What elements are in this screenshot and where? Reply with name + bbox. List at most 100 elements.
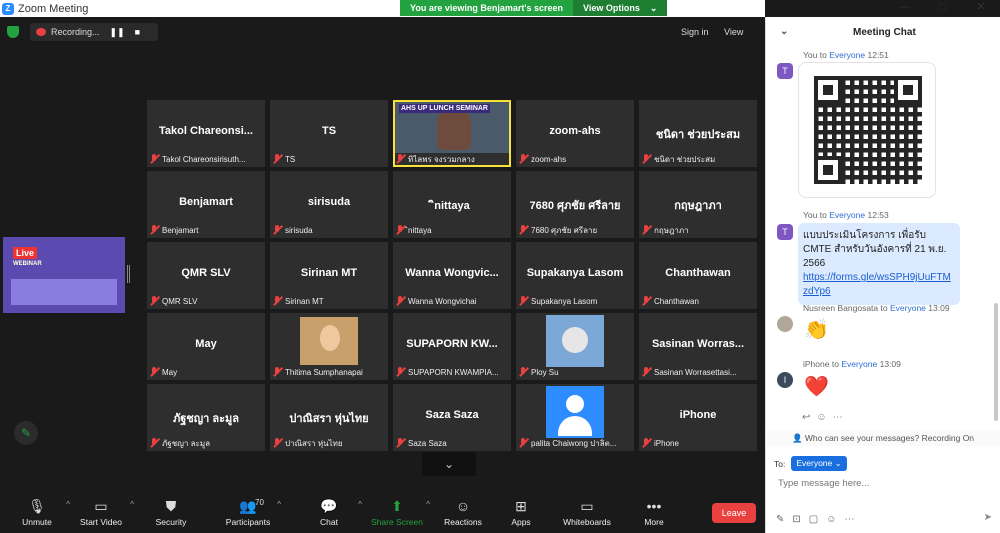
participant-tile[interactable]: ภัฐชญา ละมูล ภัฐชญา ละมูล <box>147 384 265 451</box>
participant-tile[interactable]: Ploy Su <box>516 313 634 380</box>
muted-mic-icon: 🎙 <box>28 498 46 514</box>
recipient-dropdown[interactable]: Everyone ⌄ <box>791 456 847 471</box>
muted-mic-icon <box>272 367 282 377</box>
zoom-logo-icon: Z <box>2 2 14 15</box>
participant-tile[interactable]: ปาณิสรา หุ่นไทย ปาณิสรา หุ่นไทย <box>270 384 388 451</box>
apps-button[interactable]: ⊞ Apps <box>484 498 558 527</box>
view-button[interactable]: View <box>724 27 743 37</box>
muted-mic-icon <box>395 154 405 164</box>
participants-caret[interactable]: ^ <box>277 500 281 509</box>
chat-button[interactable]: 💬 Chat ^ <box>292 498 366 527</box>
send-icon[interactable]: ➤ <box>984 512 992 523</box>
participant-tile[interactable]: Wanna Wongvic... Wanna Wongvichai <box>393 242 511 309</box>
muted-mic-icon <box>395 296 405 306</box>
participant-tile[interactable]: TS TS <box>270 100 388 167</box>
emoji-icon[interactable]: ☺ <box>826 514 836 525</box>
add-reaction-icon[interactable]: ☺ <box>816 412 826 423</box>
maximize-button[interactable]: □ <box>924 0 962 17</box>
muted-mic-icon <box>149 438 159 448</box>
message-meta: You to Everyone 12:53 <box>803 210 889 220</box>
chevron-down-icon: ⌄ <box>649 2 658 13</box>
recording-label: Recording... <box>51 27 100 37</box>
participant-tile[interactable]: Sirinan MT Sirinan MT <box>270 242 388 309</box>
participant-tile[interactable]: Chanthawan Chanthawan <box>639 242 757 309</box>
security-button[interactable]: ⛊ Security <box>134 498 208 527</box>
muted-mic-icon <box>641 296 651 306</box>
form-link[interactable]: https://forms.gle/wsSPH9jUuFTMzdYp6 <box>803 271 955 299</box>
pause-recording-button[interactable]: ❚❚ <box>110 27 125 38</box>
participant-name-label: iPhone <box>641 437 755 449</box>
muted-mic-icon <box>149 367 159 377</box>
participant-name-label: ทิไลพร จงรวมกลาง <box>395 153 509 165</box>
participant-tile[interactable]: ชนิดา ช่วยประสม ชนิดา ช่วยประสม <box>639 100 757 167</box>
participant-name-label: ปาณิสรา หุ่นไทย <box>272 437 386 449</box>
screenshot-icon[interactable]: ⊡ <box>792 514 800 525</box>
encryption-shield-icon[interactable] <box>7 26 19 38</box>
participant-name-label: Sirinan MT <box>272 295 386 307</box>
chat-message-input[interactable]: Type message here... <box>778 478 869 489</box>
participant-name-label: ภัฐชญา ละมูล <box>149 437 263 449</box>
participant-display-name: 7680 ศุภชัย ศรีลาย <box>529 200 621 212</box>
chat-scrollbar[interactable] <box>994 303 998 421</box>
sign-in-link[interactable]: Sign in <box>681 27 709 37</box>
muted-mic-icon <box>272 225 282 235</box>
reply-icon[interactable]: ↩ <box>802 412 810 423</box>
participant-tile[interactable]: ิnittayaิnittaya <box>393 171 511 238</box>
participant-tile[interactable]: Thitima Sumphanapai <box>270 313 388 380</box>
participant-tile[interactable]: May May <box>147 313 265 380</box>
share-screen-button[interactable]: ⬆ Share Screen ^ <box>360 498 434 527</box>
muted-mic-icon <box>518 367 528 377</box>
participant-tile[interactable]: sirisuda sirisuda <box>270 171 388 238</box>
leave-button[interactable]: Leave <box>712 503 756 523</box>
format-icon[interactable]: ✎ <box>776 514 784 525</box>
participant-tile[interactable]: AHS UP LUNCH SEMINAR ทิไลพร จงรวมกลาง <box>393 100 511 167</box>
whiteboards-button[interactable]: ▭ Whiteboards <box>550 498 624 527</box>
stop-recording-button[interactable]: ■ <box>135 27 140 37</box>
participant-display-name: Sirinan MT <box>300 267 358 279</box>
view-options-button[interactable]: View Options ⌄ <box>573 0 668 16</box>
participant-tile[interactable]: QMR SLV QMR SLV <box>147 242 265 309</box>
muted-mic-icon <box>518 296 528 306</box>
more-icon[interactable]: ⋯ <box>844 514 854 525</box>
meeting-toolbar: 🎙 Unmute ^ ▭ Start Video ^ ⛊ Security 👥 … <box>0 490 765 533</box>
participant-tile[interactable]: Sasinan Worras... Sasinan Worrasettasi... <box>639 313 757 380</box>
qr-code-image[interactable] <box>798 62 936 198</box>
start-video-button[interactable]: ▭ Start Video ^ <box>64 498 138 527</box>
participant-tile[interactable]: palita Chaiwong ปาลิต... <box>516 384 634 451</box>
participant-tile[interactable]: Benjamart Benjamart <box>147 171 265 238</box>
show-more-participants-button[interactable]: ⌄ <box>422 452 476 476</box>
annotate-pencil-icon[interactable]: ✎ <box>14 421 38 445</box>
minimize-button[interactable]: — <box>886 0 924 17</box>
participant-name-label: 7680 ศุภชัย ศรีลาย <box>518 224 632 236</box>
muted-mic-icon <box>149 225 159 235</box>
window-controls: — □ ✕ <box>886 0 1000 17</box>
participant-tile[interactable]: Takol Chareonsi... Takol Chareonsirisuth.… <box>147 100 265 167</box>
participant-tile[interactable]: zoom-ahs zoom-ahs <box>516 100 634 167</box>
participant-tile[interactable]: Saza Saza Saza Saza <box>393 384 511 451</box>
muted-mic-icon <box>395 225 405 235</box>
shared-screen-thumbnail[interactable]: Live WEBINAR <box>3 237 125 313</box>
participant-tile[interactable]: Supakanya Lasom Supakanya Lasom <box>516 242 634 309</box>
participant-tile[interactable]: SUPAPORN KW... SUPAPORN KWAMPIA... <box>393 313 511 380</box>
participant-tile[interactable]: 7680 ศุภชัย ศรีลาย 7680 ศุภชัย ศรีลาย <box>516 171 634 238</box>
participant-display-name: ปาณิสรา หุ่นไทย <box>289 413 369 425</box>
resize-handle[interactable] <box>127 265 130 283</box>
close-button[interactable]: ✕ <box>962 0 1000 17</box>
participant-display-name: Wanna Wongvic... <box>405 267 499 279</box>
unmute-button[interactable]: 🎙 Unmute ^ <box>0 498 74 527</box>
participant-tile[interactable]: กฤษฎาภา กฤษฎาภา <box>639 171 757 238</box>
participant-display-name: zoom-ahs <box>549 125 601 137</box>
participant-display-name: sirisuda <box>307 196 351 208</box>
message-actions: ↩ ☺ ⋯ <box>802 412 843 423</box>
muted-mic-icon <box>149 296 159 306</box>
file-icon[interactable]: ▢ <box>809 514 818 525</box>
privacy-notice[interactable]: 👤 Who can see your messages? Recording O… <box>766 430 1000 446</box>
muted-mic-icon <box>518 438 528 448</box>
chat-title: Meeting Chat <box>853 27 916 38</box>
participant-tile[interactable]: iPhone iPhone <box>639 384 757 451</box>
message-meta: Nusreen Bangosata to Everyone 13:09 <box>803 303 950 313</box>
more-button[interactable]: ••• More <box>617 498 691 527</box>
chevron-down-icon[interactable]: ⌄ <box>780 26 788 37</box>
more-actions-icon[interactable]: ⋯ <box>833 412 843 423</box>
participants-button[interactable]: 👥 70 Participants ^ <box>211 498 285 527</box>
